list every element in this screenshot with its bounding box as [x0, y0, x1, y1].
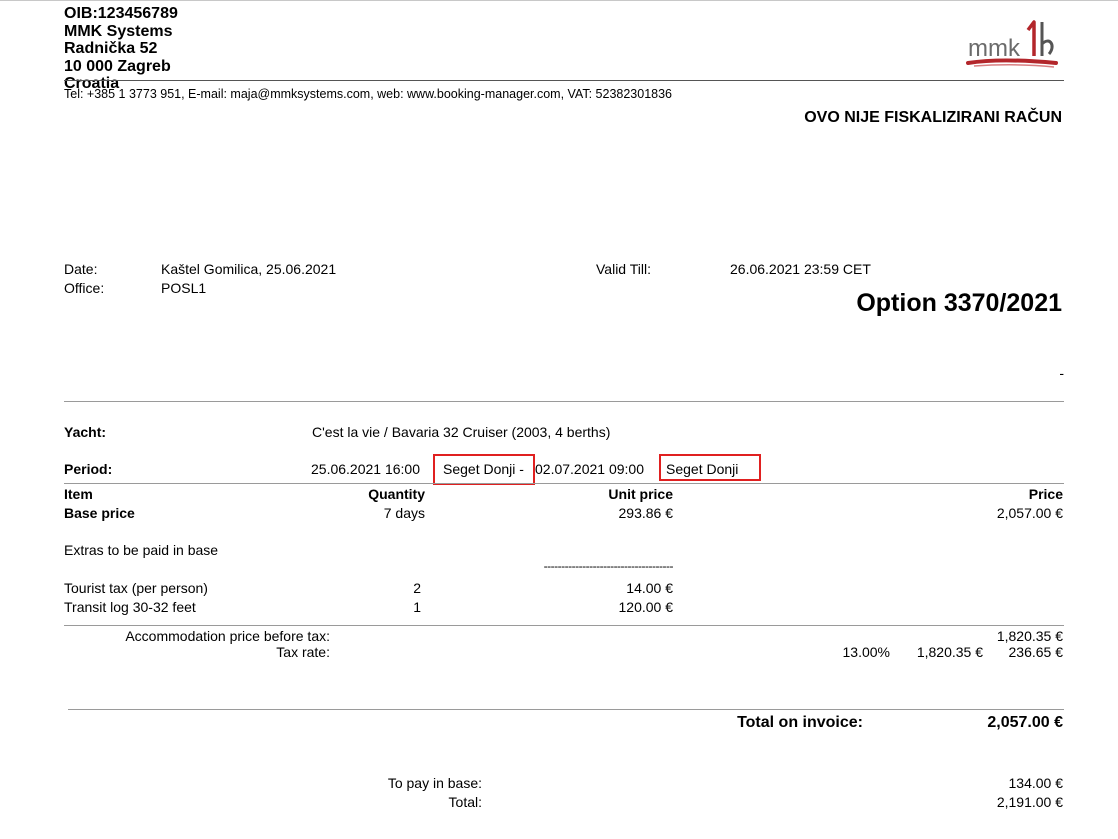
dash-mark: - [1059, 365, 1064, 381]
section-rule-top [64, 401, 1064, 402]
total-rule [68, 709, 1064, 710]
total-label: Total on invoice: [737, 714, 863, 731]
mmk-logo-icon: mmk [966, 20, 1058, 68]
to-pay-in-base-value: 134.00 € [1008, 775, 1064, 791]
accommodation-value: 1,820.35 € [996, 628, 1063, 644]
valid-till-value: 26.06.2021 23:59 CET [730, 261, 871, 277]
date-value: Kaštel Gomilica, 25.06.2021 [161, 261, 337, 277]
header-item: Item [64, 486, 93, 502]
period-end-base: Seget Donji [666, 461, 739, 477]
page-top-border [0, 0, 1118, 1]
valid-till-label: Valid Till: [596, 261, 651, 277]
to-pay-in-base-label: To pay in base: [387, 775, 482, 791]
office-value: POSL1 [161, 280, 207, 296]
company-city: 10 000 Zagreb [64, 57, 171, 75]
period-start: 25.06.2021 16:00 [311, 461, 420, 477]
company-street: Radnička 52 [64, 40, 158, 57]
extra-quantity: 1 [413, 599, 421, 615]
period-end: 02.07.2021 09:00 [535, 461, 644, 477]
period-start-base: Seget Donji - [443, 461, 524, 477]
tax-rate-percent: 13.00% [842, 644, 890, 660]
mmk-logo: mmk [964, 16, 1064, 72]
base-price-total: 2,057.00 € [996, 505, 1063, 521]
header-unit-price: Unit price [608, 486, 673, 502]
extra-quantity: 2 [413, 580, 421, 596]
grand-total-label: Total: [448, 794, 482, 810]
table-header-rule [64, 483, 1064, 484]
yacht-value: C'est la vie / Bavaria 32 Cruiser (2003,… [312, 424, 611, 440]
option-title: Option 3370/2021 [856, 289, 1062, 317]
company-name: MMK Systems [64, 22, 173, 40]
company-contact-line: Tel: +385 1 3773 951, E-mail: maja@mmksy… [64, 87, 673, 101]
header-quantity: Quantity [368, 486, 425, 502]
base-price-item: Base price [64, 505, 135, 521]
base-price-quantity: 7 days [383, 505, 425, 521]
date-label: Date: [64, 261, 98, 277]
extra-item: Tourist tax (per person) [64, 580, 208, 596]
base-price-unit: 293.86 € [618, 505, 674, 521]
summary-rule [64, 625, 1064, 626]
total-value: 2,057.00 € [987, 714, 1063, 731]
yacht-label: Yacht: [64, 424, 107, 440]
company-oib: OIB:123456789 [64, 5, 178, 22]
fiscal-notice: OVO NIJE FISKALIZIRANI RAČUN [804, 109, 1062, 126]
extra-item: Transit log 30-32 feet [64, 599, 196, 615]
header-price: Price [1028, 486, 1063, 502]
logo-wordmark: mmk [968, 35, 1021, 62]
accommodation-label: Accommodation price before tax: [125, 628, 330, 644]
tax-rate-label: Tax rate: [276, 644, 330, 660]
grand-total-value: 2,191.00 € [996, 794, 1063, 810]
period-label: Period: [64, 461, 113, 477]
office-label: Office: [64, 280, 105, 296]
tax-base-value: 1,820.35 € [916, 644, 983, 660]
extra-unit-price: 14.00 € [626, 580, 673, 596]
extras-title: Extras to be paid in base [64, 542, 219, 558]
extra-unit-price: 120.00 € [618, 599, 674, 615]
extras-divider: ------------------------------------- [543, 559, 674, 573]
header-rule [64, 80, 1064, 81]
tax-amount: 236.65 € [1008, 644, 1064, 660]
